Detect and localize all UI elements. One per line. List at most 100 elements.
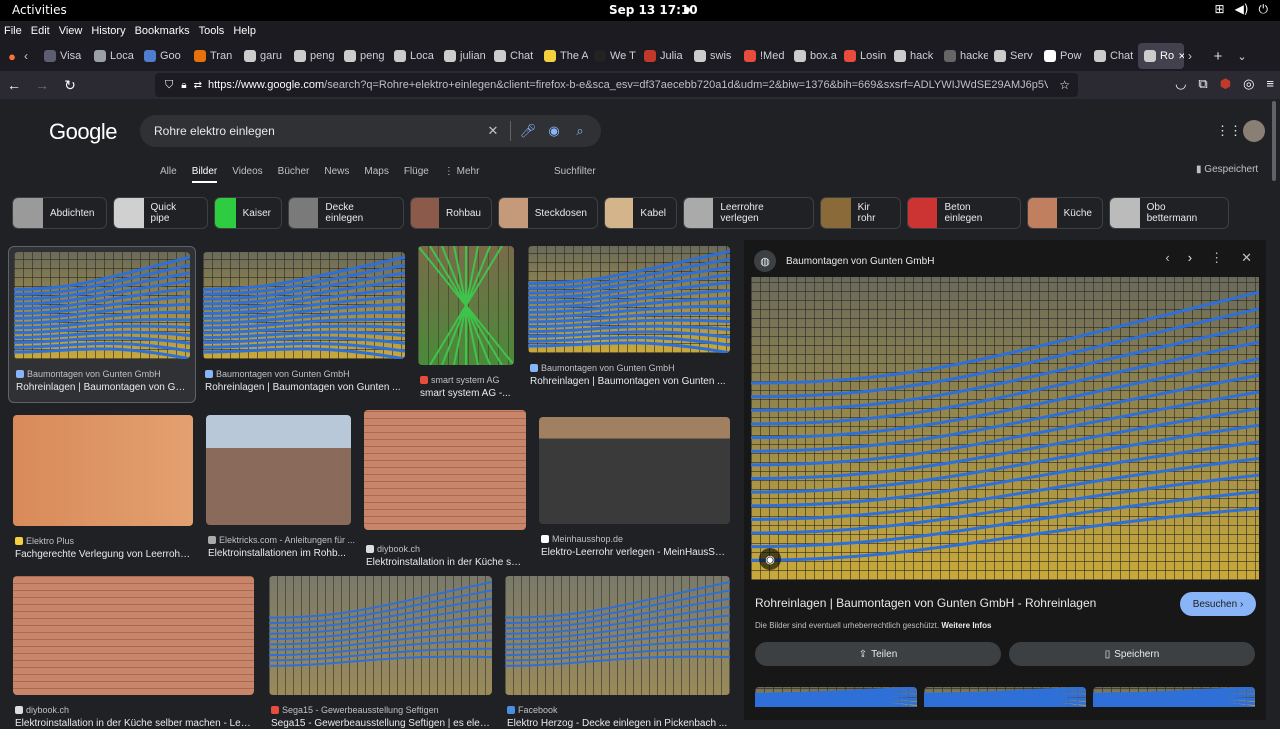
result-title[interactable]: Elektroinstallationen im Rohb... xyxy=(208,548,349,559)
system-tray[interactable]: ⊞ ◀) ⏻ xyxy=(1215,2,1268,17)
result-thumbnail[interactable] xyxy=(269,576,492,695)
menu-bookmarks[interactable]: Bookmarks xyxy=(135,25,190,37)
result-title[interactable]: Rohreinlagen | Baumontagen von Gu... xyxy=(16,382,188,393)
tab-list-left-icon[interactable]: ‹ xyxy=(24,49,38,63)
tab[interactable]: Chat xyxy=(1088,43,1138,69)
pocket-icon[interactable]: ◡ xyxy=(1175,76,1186,92)
panel-source[interactable]: Baumontagen von Gunten GmbH xyxy=(786,256,934,267)
result-thumbnail[interactable] xyxy=(528,246,730,353)
related-chip[interactable]: Steckdosen xyxy=(498,197,598,229)
tab[interactable]: Goo xyxy=(138,43,188,69)
account-icon[interactable]: ◎ xyxy=(1243,76,1254,92)
tab[interactable]: peng xyxy=(288,43,338,69)
tab-videos[interactable]: Videos xyxy=(232,166,262,183)
result-thumbnail[interactable] xyxy=(13,415,193,526)
tab[interactable]: The A xyxy=(538,43,588,69)
result-source[interactable]: smart system AG xyxy=(420,375,500,385)
tab[interactable]: Chat xyxy=(488,43,538,69)
tab-bilder[interactable]: Bilder xyxy=(191,166,218,183)
url-bar[interactable]: ⛉ 🔒︎ ⇄ https://www.google.com/search?q=R… xyxy=(155,73,1078,97)
related-chip[interactable]: Abdichten xyxy=(12,197,107,229)
share-button[interactable]: ⇪ Teilen xyxy=(755,642,1001,666)
tab[interactable]: Losin xyxy=(838,43,888,69)
related-chip[interactable]: Kaiser xyxy=(214,197,282,229)
related-chip[interactable]: Küche xyxy=(1027,197,1103,229)
result-thumbnail[interactable] xyxy=(14,252,190,359)
extensions-icon[interactable]: ⧉ xyxy=(1198,76,1207,92)
tab[interactable]: garu xyxy=(238,43,288,69)
next-icon[interactable]: › xyxy=(1188,250,1192,266)
network-icon[interactable]: ⊞ xyxy=(1215,2,1225,17)
result-source[interactable]: Baumontagen von Gunten GmbH xyxy=(530,363,675,373)
result-source[interactable]: Elektricks.com - Anleitungen für ... xyxy=(208,535,355,545)
result-thumbnail[interactable] xyxy=(505,576,730,695)
result-source[interactable]: diybook.ch xyxy=(15,705,69,715)
result-title[interactable]: Elektroinstallation in der Küche sel... xyxy=(366,557,524,568)
result-title[interactable]: Rohreinlagen | Baumontagen von Gunten ..… xyxy=(205,382,403,393)
result-source[interactable]: Baumontagen von Gunten GmbH xyxy=(16,369,161,379)
close-icon[interactable]: ✕ xyxy=(1241,250,1252,266)
search-box[interactable]: Rohre elektro einlegen ✕ 🎤︎ ◉ ⌕ xyxy=(140,115,601,147)
permissions-icon[interactable]: ⇄ xyxy=(194,80,202,91)
tab[interactable]: Pow xyxy=(1038,43,1088,69)
tab[interactable]: hack xyxy=(888,43,938,69)
more-options-icon[interactable]: ⋮ xyxy=(1210,250,1223,266)
tab-maps[interactable]: Maps xyxy=(364,166,388,183)
related-chip[interactable]: Beton einlegen xyxy=(907,197,1021,229)
page-scrollbar[interactable] xyxy=(1272,101,1276,181)
reload-icon[interactable]: ↻ xyxy=(56,77,84,94)
tab-news[interactable]: News xyxy=(324,166,349,183)
tab[interactable]: Julia xyxy=(638,43,688,69)
lock-icon[interactable]: 🔒︎ xyxy=(181,80,186,91)
tab[interactable]: hackers xyxy=(938,43,988,69)
menu-edit[interactable]: Edit xyxy=(31,25,50,37)
saved-link[interactable]: ▮ Gespeichert xyxy=(1196,164,1258,175)
tab-list-icon[interactable]: ⌄ xyxy=(1230,50,1254,63)
related-chip[interactable]: Decke einlegen xyxy=(288,197,404,229)
app-menu-icon[interactable]: ≡ xyxy=(1266,76,1274,92)
volume-icon[interactable]: ◀) xyxy=(1235,2,1249,17)
tab[interactable]: julian xyxy=(438,43,488,69)
tab[interactable]: box.a xyxy=(788,43,838,69)
result-source[interactable]: Baumontagen von Gunten GmbH xyxy=(205,369,350,379)
avatar[interactable] xyxy=(1243,120,1265,142)
back-icon[interactable]: ← xyxy=(0,77,28,93)
related-image[interactable] xyxy=(755,687,917,707)
tab[interactable]: Loca xyxy=(388,43,438,69)
forward-icon[interactable]: → xyxy=(28,77,56,93)
tab[interactable]: We T xyxy=(588,43,638,69)
related-image[interactable] xyxy=(1093,687,1255,707)
related-image[interactable] xyxy=(924,687,1086,707)
menu-history[interactable]: History xyxy=(91,25,125,37)
previous-icon[interactable]: ‹ xyxy=(1165,250,1169,266)
save-button[interactable]: ▯ Speichern xyxy=(1009,642,1255,666)
tab[interactable]: Loca xyxy=(88,43,138,69)
search-icon[interactable]: ⌕ xyxy=(567,123,593,139)
new-tab-icon[interactable]: + xyxy=(1206,48,1230,65)
result-thumbnail[interactable] xyxy=(539,417,730,524)
result-thumbnail[interactable] xyxy=(13,576,254,695)
related-chip[interactable]: Quick pipe xyxy=(113,197,208,229)
search-input[interactable]: Rohre elektro einlegen xyxy=(154,124,480,138)
result-source[interactable]: Sega15 - Gewerbeausstellung Seftigen xyxy=(271,705,439,715)
menu-file[interactable]: File xyxy=(4,25,22,37)
tab-active[interactable]: Ro ✕ xyxy=(1138,43,1184,69)
tab[interactable]: Tran xyxy=(188,43,238,69)
tab[interactable]: Serv xyxy=(988,43,1038,69)
lens-search-icon[interactable]: ◉ xyxy=(759,548,781,570)
result-title[interactable]: smart system AG -... xyxy=(420,388,524,399)
result-source[interactable]: Meinhausshop.de xyxy=(541,534,623,544)
visit-button[interactable]: Besuchen › xyxy=(1180,592,1256,616)
tab-flüge[interactable]: Flüge xyxy=(404,166,429,183)
result-title[interactable]: Rohreinlagen | Baumontagen von Gunten ..… xyxy=(530,376,728,387)
preview-image[interactable]: ◉ xyxy=(751,277,1259,580)
lens-icon[interactable]: ◉ xyxy=(541,123,567,139)
result-thumbnail[interactable] xyxy=(203,252,405,359)
related-chip[interactable]: Obo bettermann xyxy=(1109,197,1229,229)
ublock-icon[interactable]: ⬢ xyxy=(1220,76,1231,92)
shield-icon[interactable]: ⛉ xyxy=(165,79,173,92)
google-logo[interactable]: Google xyxy=(49,119,117,145)
firefox-icon[interactable]: ● xyxy=(0,49,24,64)
power-icon[interactable]: ⏻ xyxy=(1259,2,1269,17)
microphone-icon[interactable]: 🎤︎ xyxy=(515,123,541,139)
